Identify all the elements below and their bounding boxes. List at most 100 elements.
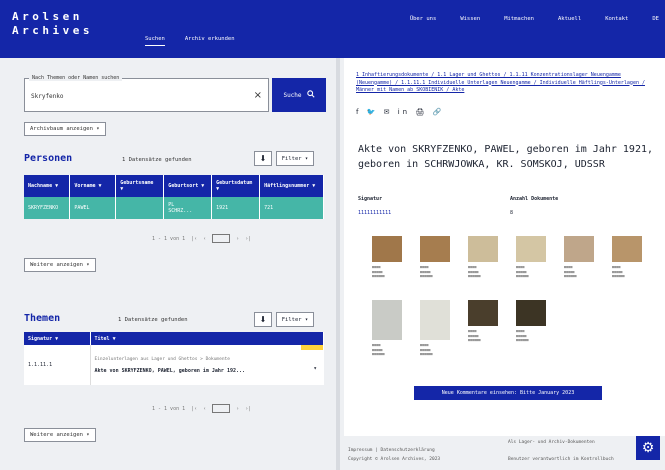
cell-geburtsort: PL SCHRZ...: [163, 197, 213, 219]
next-page-icon[interactable]: ›: [236, 236, 239, 242]
logo-line1: Arolsen: [12, 10, 83, 23]
archive-tree-button[interactable]: Archivbaum anzeigen ▾: [24, 122, 106, 136]
share-icons[interactable]: f 🐦 ✉ in 🖨 🔗: [356, 108, 444, 116]
download-icon[interactable]: ⬇: [254, 312, 272, 327]
table-row[interactable]: SKRYFZENKO PAWEL PL SCHRZ... 1921 721: [24, 197, 324, 219]
topics-header-row: Signatur ▼ Titel ▼: [24, 332, 324, 345]
persons-pager: 1 - 1 von 1 |‹ ‹ › ›|: [152, 234, 251, 243]
last-page-icon[interactable]: ›|: [245, 236, 251, 242]
footer: Impressum | Datenschutzerklärung Copyrig…: [344, 436, 665, 470]
highlight-badge: [301, 345, 323, 350]
pager-range: 1 - 1 von 1: [152, 235, 186, 242]
persons-title: Personen: [24, 153, 73, 164]
download-icon[interactable]: ⬇: [254, 151, 272, 166]
document-thumbnail[interactable]: ■■■■ ■■■■■ ■■■■■■: [372, 236, 402, 279]
document-thumbnail[interactable]: ■■■■ ■■■■■ ■■■■■■: [420, 236, 450, 279]
document-thumbnail[interactable]: ■■■■ ■■■■■ ■■■■■■: [516, 236, 546, 279]
top-header: Arolsen Archives Suchen Archiv erkunden …: [0, 0, 665, 58]
persons-more-button[interactable]: Weitere anzeigen ▾: [24, 258, 96, 272]
persons-filter-label: Filter: [281, 155, 302, 162]
persons-filter-button[interactable]: Filter ▾: [276, 151, 314, 166]
search-legend: Nach Themen oder Namen suchen: [29, 75, 123, 81]
col-nachname[interactable]: Nachname ▼: [24, 175, 71, 197]
signature-label: Signatur: [358, 196, 383, 202]
page-number-input[interactable]: [212, 404, 231, 413]
gear-icon[interactable]: ⚙: [636, 436, 660, 460]
cell-geburtsdatum: 1921: [211, 197, 261, 219]
table-row[interactable]: 1.1.11.1 Einzelunterlagen aus Lager und …: [24, 345, 324, 385]
tab-archiv-erkunden[interactable]: Archiv erkunden: [185, 36, 235, 46]
prev-page-icon[interactable]: ‹: [203, 406, 206, 412]
sub-navigation: Suchen Archiv erkunden: [145, 36, 235, 46]
document-thumbnail[interactable]: ■■■■ ■■■■■ ■■■■■■: [420, 300, 450, 357]
footer-note-1: Als Lager- und Archiv-Dokumenten: [508, 440, 595, 445]
signature-value[interactable]: 11111111111: [358, 210, 391, 216]
expand-icon[interactable]: ▾: [313, 365, 317, 372]
topics-filter-button[interactable]: Filter ▾: [276, 312, 314, 327]
cell-vorname: PAWEL: [69, 197, 117, 219]
topics-more-button[interactable]: Weitere anzeigen ▾: [24, 428, 96, 442]
cell-signatur: 1.1.11.1: [24, 345, 91, 385]
document-thumbnail[interactable]: ■■■■ ■■■■■ ■■■■■■: [564, 236, 594, 279]
document-title: Akte von SKRYFZENKO, PAWEL, geboren im J…: [358, 144, 654, 170]
cell-titel: Einzelunterlagen aus Lager und Ghettos >…: [90, 345, 324, 385]
document-thumbnail[interactable]: ■■■■ ■■■■■ ■■■■■■: [468, 236, 498, 279]
topics-count: 1 Datensätze gefunden: [118, 317, 188, 323]
col-titel[interactable]: Titel ▼: [90, 332, 324, 345]
col-haeftlingsnummer[interactable]: Häftlingsnummer ▼: [259, 175, 324, 197]
col-signatur[interactable]: Signatur ▼: [24, 332, 91, 345]
document-thumbnail[interactable]: ■■■■ ■■■■■ ■■■■■■: [372, 300, 402, 357]
document-thumbnail[interactable]: ■■■■ ■■■■■ ■■■■■■: [516, 300, 546, 343]
logo-line2: Archives: [12, 24, 93, 37]
document-thumbnail[interactable]: ■■■■ ■■■■■ ■■■■■■: [612, 236, 642, 279]
top-navigation: Über uns Wissen Mitmachen Aktuell Kontak…: [410, 16, 659, 22]
search-box: Nach Themen oder Namen suchen Skryfenko …: [20, 70, 328, 120]
footer-copyright: Copyright © Arolsen Archives, 2023: [348, 457, 441, 462]
breadcrumb[interactable]: 1 Inhaftierungsdokumente / 1.1 Lager und…: [356, 72, 646, 95]
nav-mitmachen[interactable]: Mitmachen: [504, 16, 534, 22]
topics-more-label: Weitere anzeigen: [30, 432, 83, 438]
col-geburtsname[interactable]: Geburtsname ▼: [115, 175, 165, 197]
nav-wissen[interactable]: Wissen: [460, 16, 480, 22]
first-page-icon[interactable]: |‹: [191, 406, 197, 412]
footer-note-2: Benutzer verantwortlich im Kontrollbuch: [508, 457, 614, 462]
clear-icon[interactable]: ×: [254, 90, 262, 101]
pager-range: 1 - 1 von 1: [152, 405, 186, 412]
topics-title: Themen: [24, 313, 61, 324]
title-path: Einzelunterlagen aus Lager und Ghettos >…: [94, 356, 230, 362]
persons-table: Nachname ▼ Vorname ▼ Geburtsname ▼ Gebur…: [24, 175, 324, 219]
footer-links[interactable]: Impressum | Datenschutzerklärung: [348, 448, 435, 453]
cell-nachname: SKRYFZENKO: [24, 197, 71, 219]
search-icon: [306, 90, 315, 100]
panel-divider[interactable]: [336, 58, 340, 470]
arolsen-logo[interactable]: Arolsen Archives: [12, 10, 93, 38]
cell-geburtsname: [115, 197, 165, 219]
search-button-label: Suche: [283, 91, 302, 99]
next-page-icon[interactable]: ›: [236, 406, 239, 412]
tab-suchen[interactable]: Suchen: [145, 36, 165, 46]
col-geburtsort[interactable]: Geburtsort ▼: [163, 175, 213, 197]
nav-kontakt[interactable]: Kontakt: [605, 16, 628, 22]
cell-haeftlingsnummer: 721: [259, 197, 324, 219]
prev-page-icon[interactable]: ‹: [203, 236, 206, 242]
document-detail-panel: 1 Inhaftierungsdokumente / 1.1 Lager und…: [344, 58, 665, 470]
persons-header-row: Nachname ▼ Vorname ▼ Geburtsname ▼ Gebur…: [24, 175, 324, 197]
nav-language[interactable]: DE: [652, 16, 659, 22]
first-page-icon[interactable]: |‹: [191, 236, 197, 242]
persons-count: 1 Datensätze gefunden: [122, 157, 192, 163]
comments-banner[interactable]: Neue Kommentare einsehen: Bitte January …: [414, 386, 602, 400]
nav-aktuell[interactable]: Aktuell: [558, 16, 581, 22]
document-count-label: Anzahl Dokumente: [510, 196, 559, 202]
nav-ueber-uns[interactable]: Über uns: [410, 16, 437, 22]
topics-table: Signatur ▼ Titel ▼ 1.1.11.1 Einzelunterl…: [24, 332, 324, 385]
col-vorname[interactable]: Vorname ▼: [69, 175, 117, 197]
search-input[interactable]: Nach Themen oder Namen suchen Skryfenko …: [24, 75, 269, 112]
document-count-value: 8: [510, 210, 514, 216]
document-thumbnail[interactable]: ■■■■ ■■■■■ ■■■■■■: [468, 300, 498, 343]
page-number-input[interactable]: [212, 234, 231, 243]
topics-pager: 1 - 1 von 1 |‹ ‹ › ›|: [152, 404, 251, 413]
col-geburtsdatum[interactable]: Geburtsdatum ▼: [211, 175, 261, 197]
archive-tree-label: Archivbaum anzeigen: [30, 126, 93, 132]
last-page-icon[interactable]: ›|: [245, 406, 251, 412]
search-button[interactable]: Suche: [272, 78, 326, 112]
